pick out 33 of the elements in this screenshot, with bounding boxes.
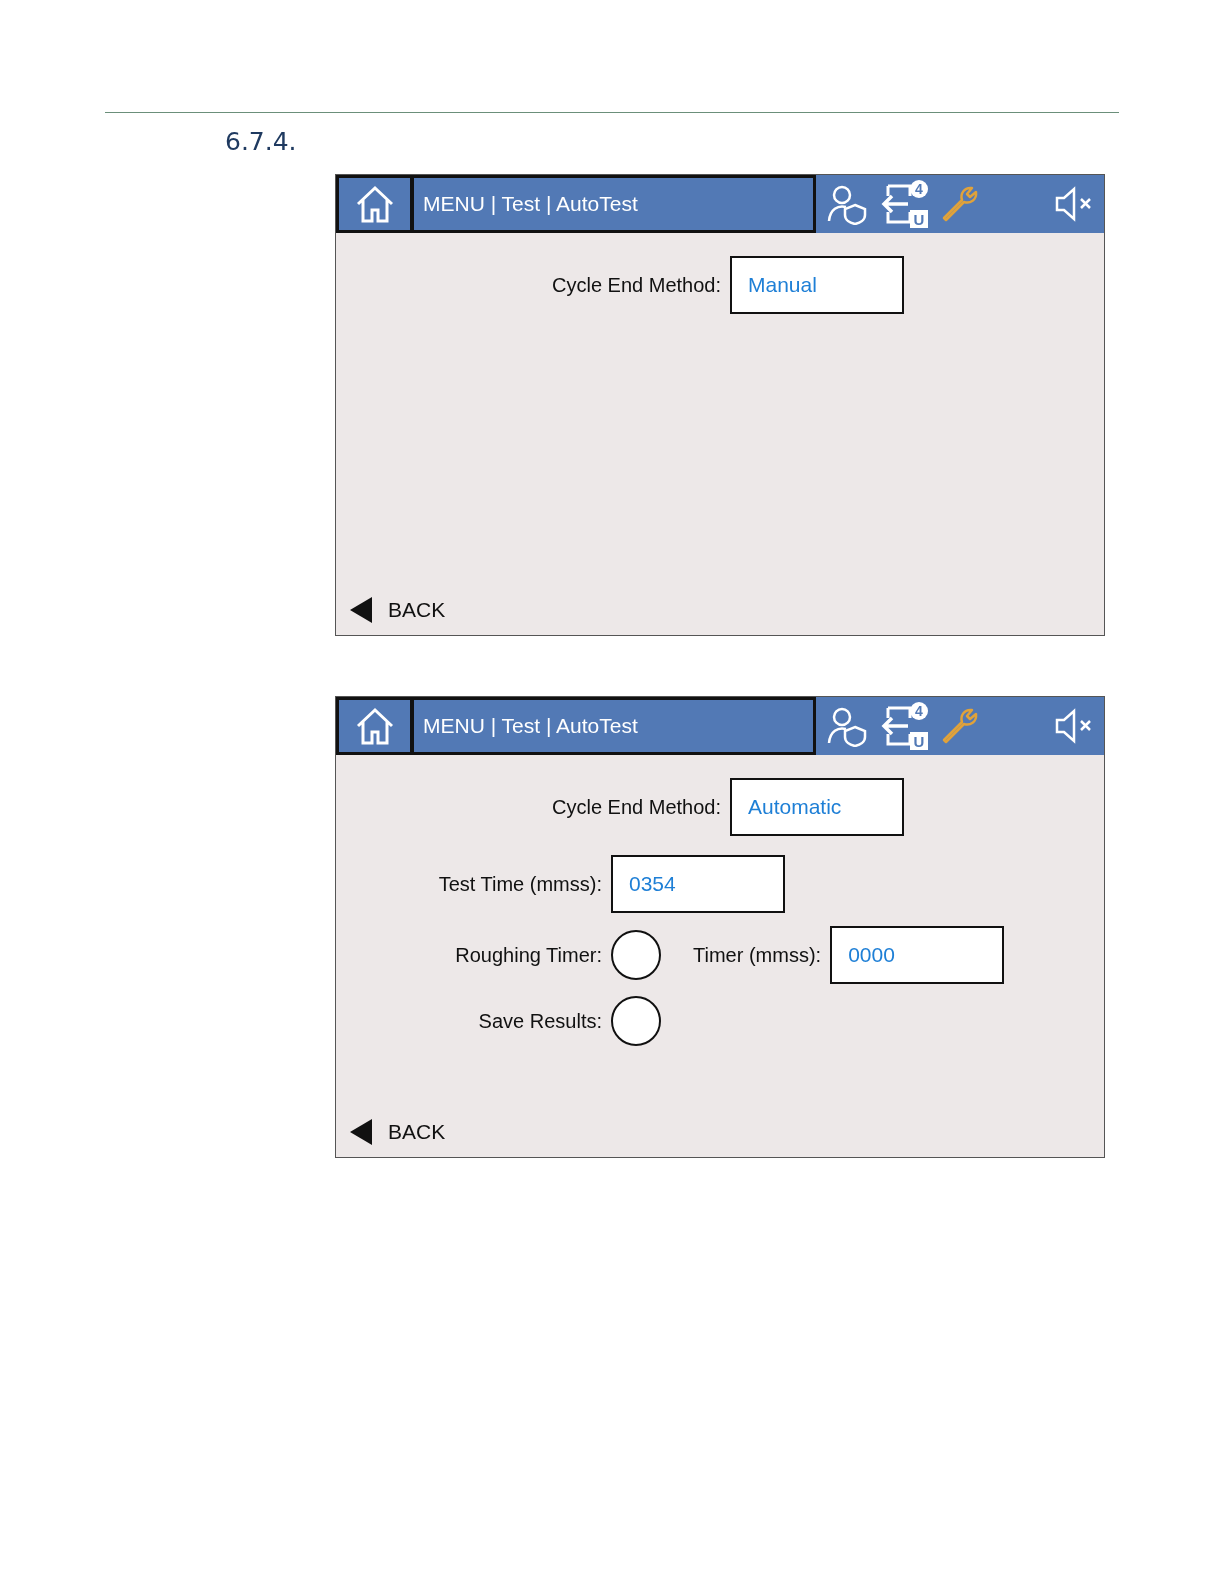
wrench-icon [940,184,980,224]
breadcrumb: MENU | Test | AutoTest [412,697,816,755]
exit-button[interactable]: 4 U [880,180,928,228]
field-label: Test Time (mmss): [437,872,603,896]
field-label: Roughing Timer: [454,943,603,967]
select-field[interactable]: Automatic [730,778,904,836]
count-badge: 4 [910,180,928,198]
drive-badge: U [910,210,928,228]
back-button[interactable]: BACK [350,1119,446,1145]
toggle-button[interactable] [611,930,661,980]
user-shield-icon [826,705,868,747]
select-field[interactable]: Manual [730,256,904,314]
toggle-button[interactable] [611,996,661,1046]
back-arrow-icon [350,597,372,623]
breadcrumb: MENU | Test | AutoTest [412,175,816,233]
user-button[interactable] [826,183,868,225]
user-shield-icon [826,183,868,225]
home-button[interactable] [336,175,412,233]
user-button[interactable] [826,705,868,747]
exit-button[interactable]: 4 U [880,702,928,750]
back-arrow-icon [350,1119,372,1145]
drive-badge: U [910,732,928,750]
field-label: Cycle End Method: [551,795,722,819]
wrench-icon [940,706,980,746]
field-label: Save Results: [477,1009,603,1033]
field-label: Cycle End Method: [551,273,722,297]
field-label: Timer (mmss): [693,943,822,967]
count-badge: 4 [910,702,928,720]
home-button[interactable] [336,697,412,755]
section-number: 6.7.4. [225,127,298,156]
input-field[interactable]: 0000 [830,926,1005,984]
back-button[interactable]: BACK [350,597,446,623]
input-field[interactable]: 0354 [611,855,785,913]
